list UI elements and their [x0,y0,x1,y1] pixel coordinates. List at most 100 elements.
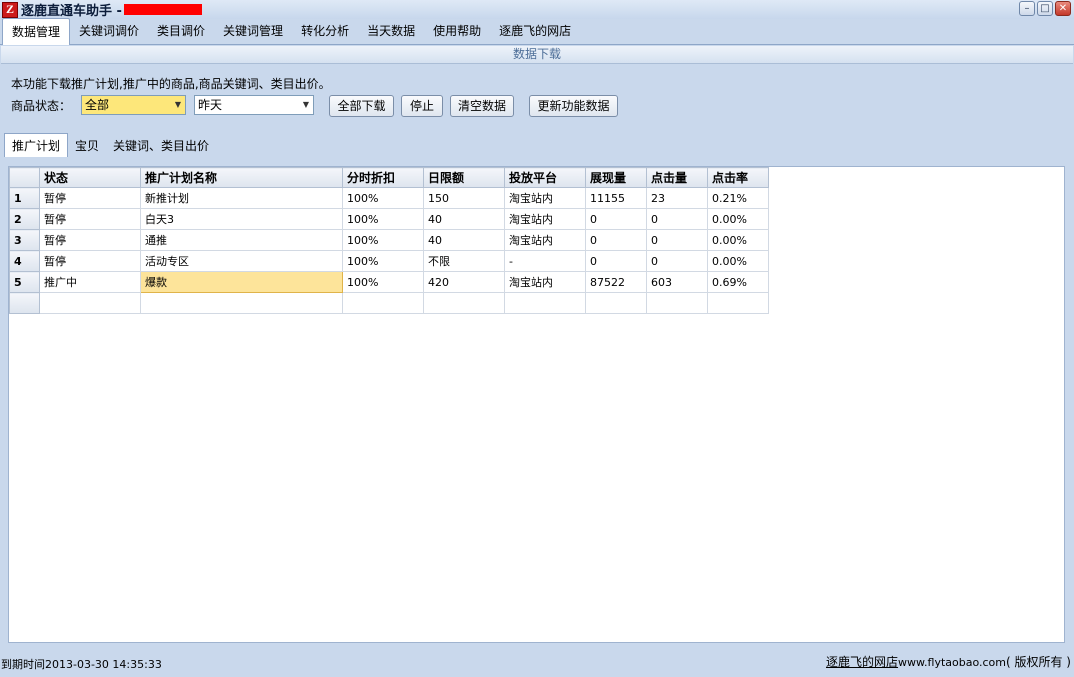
status-select[interactable]: 全部 ▼ [81,95,186,115]
table-cell[interactable]: 0.69% [707,271,769,293]
table-cell[interactable] [504,292,586,314]
stop-button[interactable]: 停止 [401,95,443,117]
row-number: 5 [9,271,40,293]
table-cell-selected[interactable]: 爆款 [140,271,343,293]
table-cell[interactable]: 新推计划 [140,187,343,209]
window-controls: – □ ✕ [1019,1,1071,16]
menu-data-management[interactable]: 数据管理 [2,18,71,45]
table-cell[interactable] [39,292,141,314]
maximize-icon[interactable]: □ [1037,1,1053,16]
table-cell[interactable]: 白天3 [140,208,343,230]
panel-description: 本功能下载推广计划,推广中的商品,商品关键词、类目出价。 [11,77,331,91]
column-header[interactable]: 点击率 [707,167,769,188]
app-logo-icon: Z [2,1,18,18]
table-cell[interactable]: 40 [423,229,505,251]
table-cell[interactable]: 淘宝站内 [504,208,586,230]
row-number: 1 [9,187,40,209]
shop-link[interactable]: 逐鹿飞的网店 [826,655,898,669]
table-cell[interactable]: 推广中 [39,271,141,293]
minimize-icon[interactable]: – [1019,1,1035,16]
table-row[interactable]: 4 暂停 活动专区 100% 不限 - 0 0 0.00% [9,250,769,272]
table-cell[interactable]: 淘宝站内 [504,271,586,293]
table-cell[interactable]: 0.00% [707,229,769,251]
table-cell[interactable]: 0 [585,208,647,230]
tab-campaigns[interactable]: 推广计划 [4,133,69,157]
table-cell[interactable] [646,292,708,314]
table-cell[interactable]: 23 [646,187,708,209]
table-cell[interactable]: 40 [423,208,505,230]
table-cell[interactable] [140,292,343,314]
menu-keyword-management[interactable]: 关键词管理 [214,18,292,44]
table-cell[interactable]: 0 [585,229,647,251]
column-header[interactable]: 分时折扣 [342,167,424,188]
table-cell[interactable]: - [504,250,586,272]
menu-today-data[interactable]: 当天数据 [358,18,424,44]
table-cell[interactable]: 0.00% [707,250,769,272]
chevron-down-icon: ▼ [302,100,309,109]
chevron-down-icon: ▼ [174,100,181,109]
table-cell[interactable]: 0.21% [707,187,769,209]
table-cell[interactable]: 420 [423,271,505,293]
clear-data-button[interactable]: 清空数据 [450,95,514,117]
table-row[interactable]: 3 暂停 通推 100% 40 淘宝站内 0 0 0.00% [9,229,769,251]
download-all-button[interactable]: 全部下载 [329,95,394,117]
table-cell[interactable] [585,292,647,314]
tab-keyword-bids[interactable]: 关键词、类目出价 [106,134,216,157]
column-header[interactable]: 日限额 [423,167,505,188]
column-header[interactable]: 状态 [39,167,141,188]
table-cell[interactable] [707,292,769,314]
status-label: 商品状态： [11,99,72,113]
menu-keyword-pricing[interactable]: 关键词调价 [70,18,148,44]
main-menu: 数据管理 关键词调价 类目调价 关键词管理 转化分析 当天数据 使用帮助 逐鹿飞… [0,18,1074,45]
table-cell[interactable]: 11155 [585,187,647,209]
table-cell[interactable]: 0 [646,208,708,230]
menu-help[interactable]: 使用帮助 [424,18,490,44]
table-cell[interactable]: 87522 [585,271,647,293]
column-header[interactable]: 展现量 [585,167,647,188]
table-cell[interactable]: 100% [342,271,424,293]
table-cell[interactable]: 暂停 [39,187,141,209]
table-cell[interactable]: 淘宝站内 [504,229,586,251]
menu-category-pricing[interactable]: 类目调价 [148,18,214,44]
table-cell[interactable]: 暂停 [39,250,141,272]
table-row[interactable]: 1 暂停 新推计划 100% 150 淘宝站内 11155 23 0.21% [9,187,769,209]
menu-shop[interactable]: 逐鹿飞的网店 [490,18,580,44]
date-select[interactable]: 昨天 ▼ [194,95,314,115]
menu-conversion-analysis[interactable]: 转化分析 [292,18,358,44]
table-cell[interactable]: 100% [342,187,424,209]
table-cell[interactable] [423,292,505,314]
status-bar: 到期时间2013-03-30 14:35:33 逐鹿飞的网店www.flytao… [0,652,1074,677]
table-cell[interactable]: 0 [646,250,708,272]
table-cell[interactable]: 100% [342,250,424,272]
column-header[interactable]: 推广计划名称 [140,167,343,188]
row-number [9,292,40,314]
table-row[interactable]: 5 推广中 爆款 100% 420 淘宝站内 87522 603 0.69% [9,271,769,293]
tab-items[interactable]: 宝贝 [68,134,106,157]
table-cell[interactable]: 活动专区 [140,250,343,272]
column-header[interactable]: 投放平台 [504,167,586,188]
table-cell[interactable]: 0 [585,250,647,272]
table-cell[interactable]: 0.00% [707,208,769,230]
table-cell[interactable]: 0 [646,229,708,251]
window-title: 逐鹿直通车助手 - [21,4,122,19]
close-icon[interactable]: ✕ [1055,1,1071,16]
table-cell[interactable] [342,292,424,314]
table-cell[interactable]: 暂停 [39,229,141,251]
table-cell[interactable]: 100% [342,208,424,230]
table-cell[interactable]: 603 [646,271,708,293]
table-row[interactable]: 2 暂停 白天3 100% 40 淘宝站内 0 0 0.00% [9,208,769,230]
table-cell[interactable]: 150 [423,187,505,209]
new-row[interactable] [9,292,769,314]
table-cell[interactable]: 通推 [140,229,343,251]
campaign-table: 状态 推广计划名称 分时折扣 日限额 投放平台 展现量 点击量 点击率 1 暂停… [9,167,769,314]
column-header[interactable]: 点击量 [646,167,708,188]
row-number: 4 [9,250,40,272]
row-number: 2 [9,208,40,230]
update-data-button[interactable]: 更新功能数据 [529,95,618,117]
table-cell[interactable]: 淘宝站内 [504,187,586,209]
table-cell[interactable]: 100% [342,229,424,251]
copyright-text: ( 版权所有 ) [1006,655,1071,669]
table-cell[interactable]: 暂停 [39,208,141,230]
table-cell[interactable]: 不限 [423,250,505,272]
site-url[interactable]: www.flytaobao.com [898,656,1006,669]
